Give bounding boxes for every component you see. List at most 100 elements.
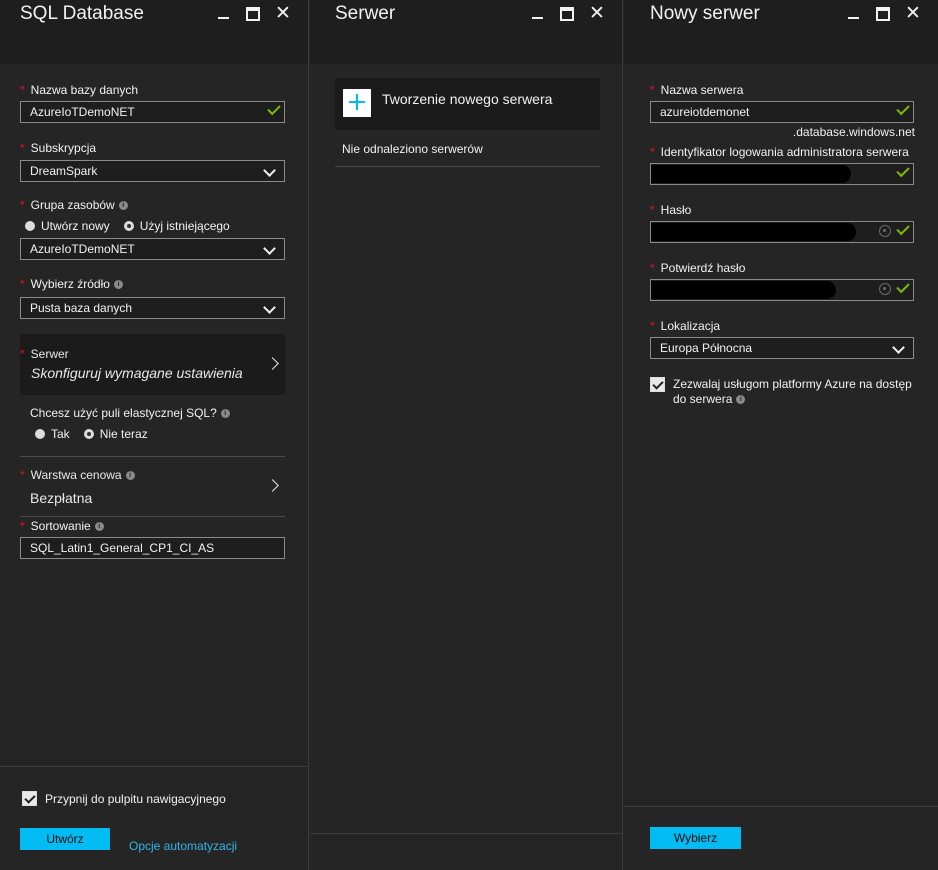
radio-button-selected[interactable] xyxy=(83,429,94,439)
checkmark-icon xyxy=(267,101,281,116)
checkmark-icon xyxy=(896,221,910,236)
radio-button-selected[interactable] xyxy=(123,221,134,231)
radio-create-new[interactable]: Utwórz nowy xyxy=(25,219,110,233)
close-icon[interactable]: ✕ xyxy=(582,4,612,23)
create-new-server-label: Tworzenie nowego serwera xyxy=(382,91,553,107)
plus-icon xyxy=(343,89,371,117)
divider xyxy=(20,516,285,517)
chevron-right-icon xyxy=(266,357,279,370)
collation-input[interactable] xyxy=(20,537,285,559)
server-name-text[interactable] xyxy=(660,102,863,122)
footer-divider xyxy=(624,806,938,807)
location-select[interactable]: Europa Północna xyxy=(650,337,914,359)
checkmark-icon xyxy=(896,279,910,294)
radio-label: Użyj istniejącego xyxy=(139,219,230,233)
server-name-input[interactable] xyxy=(650,101,914,123)
window-controls: ✕ xyxy=(838,4,928,23)
maximize-icon[interactable] xyxy=(552,5,582,23)
elastic-pool-radio-group: Tak Nie teraz xyxy=(35,427,162,441)
password-label: * Hasło xyxy=(650,203,692,217)
allow-azure-checkbox[interactable] xyxy=(650,377,665,392)
eye-icon[interactable] xyxy=(879,283,891,295)
minimize-icon[interactable] xyxy=(522,5,552,23)
server-nav-row[interactable]: * Serwer Skonfiguruj wymagane ustawienia xyxy=(20,334,285,395)
redacted-value xyxy=(651,165,851,183)
minimize-icon[interactable] xyxy=(208,5,238,23)
subscription-select[interactable]: DreamSpark xyxy=(20,160,285,182)
password-input[interactable] xyxy=(650,221,914,243)
db-name-label: * Nazwa bazy danych xyxy=(20,83,139,97)
window-controls: ✕ xyxy=(522,4,612,23)
chevron-down-icon xyxy=(263,164,276,177)
minimize-icon[interactable] xyxy=(838,5,868,23)
eye-icon[interactable] xyxy=(879,225,891,237)
checkmark-icon xyxy=(896,101,910,116)
admin-login-input[interactable] xyxy=(650,163,914,185)
subscription-label: * Subskrypcja xyxy=(20,141,97,155)
resource-group-label: * Grupa zasobów i xyxy=(20,198,128,212)
info-icon[interactable]: i xyxy=(113,280,123,290)
blade-body: *Nazwa serwera .database.windows.net *Id… xyxy=(624,64,938,870)
divider xyxy=(335,166,600,167)
pin-dashboard-checkbox[interactable] xyxy=(22,791,37,806)
footer-divider xyxy=(0,766,309,767)
maximize-icon[interactable] xyxy=(238,5,268,23)
footer-divider xyxy=(310,833,623,834)
sql-database-blade: SQL Database ✕ *Nazwa bazy danych *Subsk… xyxy=(0,0,309,870)
pricing-tier-nav-row[interactable]: * Warstwa cenowa i Bezpłatna xyxy=(20,457,285,515)
pricing-tier-value: Bezpłatna xyxy=(30,490,93,506)
info-icon[interactable]: i xyxy=(736,395,746,405)
source-select[interactable]: Pusta baza danych xyxy=(20,297,285,319)
redacted-value xyxy=(651,281,836,299)
server-domain-suffix: .database.windows.net xyxy=(792,125,915,139)
location-label: * Lokalizacja xyxy=(650,319,721,333)
radio-button[interactable] xyxy=(35,429,45,439)
chevron-down-icon xyxy=(892,341,905,354)
blade-title: Serwer xyxy=(335,3,396,24)
blade-title: Nowy serwer xyxy=(650,3,760,24)
resource-group-value: AzureIoTDemoNET xyxy=(30,242,135,256)
db-name-input[interactable] xyxy=(20,101,285,123)
pricing-tier-label: * Warstwa cenowa i xyxy=(20,468,135,482)
radio-label: Utwórz nowy xyxy=(41,219,110,233)
chevron-right-icon xyxy=(266,479,279,492)
create-button[interactable]: Utwórz xyxy=(20,828,110,850)
confirm-password-input[interactable] xyxy=(650,279,914,301)
location-value: Europa Północna xyxy=(660,341,753,355)
pin-dashboard-label: Przypnij do pulpitu nawigacyjnego xyxy=(45,792,226,806)
elastic-pool-label: Chcesz użyć puli elastycznej SQL? i xyxy=(30,406,230,420)
resource-group-select[interactable]: AzureIoTDemoNET xyxy=(20,238,285,260)
blade-title: SQL Database xyxy=(20,3,144,24)
collation-label: * Sortowanie i xyxy=(20,519,104,533)
radio-elastic-yes[interactable]: Tak xyxy=(35,427,70,441)
info-icon[interactable]: i xyxy=(220,409,230,419)
radio-elastic-no[interactable]: Nie teraz xyxy=(83,427,148,441)
chevron-down-icon xyxy=(263,301,276,314)
close-icon[interactable]: ✕ xyxy=(268,4,298,23)
new-server-blade: Nowy serwer ✕ *Nazwa serwera .database.w… xyxy=(624,0,938,870)
maximize-icon[interactable] xyxy=(868,5,898,23)
radio-button[interactable] xyxy=(25,221,35,231)
collation-text[interactable] xyxy=(30,538,234,558)
server-picker-blade: Serwer ✕ Tworzenie nowego serwera Nie od… xyxy=(310,0,623,870)
confirm-password-label: * Potwierdź hasło xyxy=(650,261,746,275)
checkmark-icon xyxy=(896,163,910,178)
radio-label: Nie teraz xyxy=(99,427,148,441)
blade-body: Tworzenie nowego serwera Nie odnaleziono… xyxy=(310,64,623,870)
info-icon[interactable]: i xyxy=(94,522,104,532)
automation-options-link[interactable]: Opcje automatyzacji xyxy=(129,839,237,853)
info-icon[interactable]: i xyxy=(125,471,135,481)
info-icon[interactable]: i xyxy=(118,201,128,211)
db-name-text[interactable] xyxy=(30,102,234,122)
source-label: * Wybierz źródło i xyxy=(20,277,123,291)
no-servers-text: Nie odnaleziono serwerów xyxy=(342,142,483,156)
allow-azure-label: Zezwalaj usługom platformy Azure na dost… xyxy=(673,377,912,406)
blade-body: *Nazwa bazy danych *Subskrypcja DreamSpa… xyxy=(0,64,309,870)
create-new-server-row[interactable]: Tworzenie nowego serwera xyxy=(335,78,600,130)
blade-header: Nowy serwer ✕ xyxy=(624,0,938,64)
radio-label: Tak xyxy=(51,427,70,441)
select-button[interactable]: Wybierz xyxy=(650,827,741,849)
admin-login-label: * Identyfikator logowania administratora … xyxy=(650,145,909,159)
radio-use-existing[interactable]: Użyj istniejącego xyxy=(123,219,230,233)
close-icon[interactable]: ✕ xyxy=(898,4,928,23)
